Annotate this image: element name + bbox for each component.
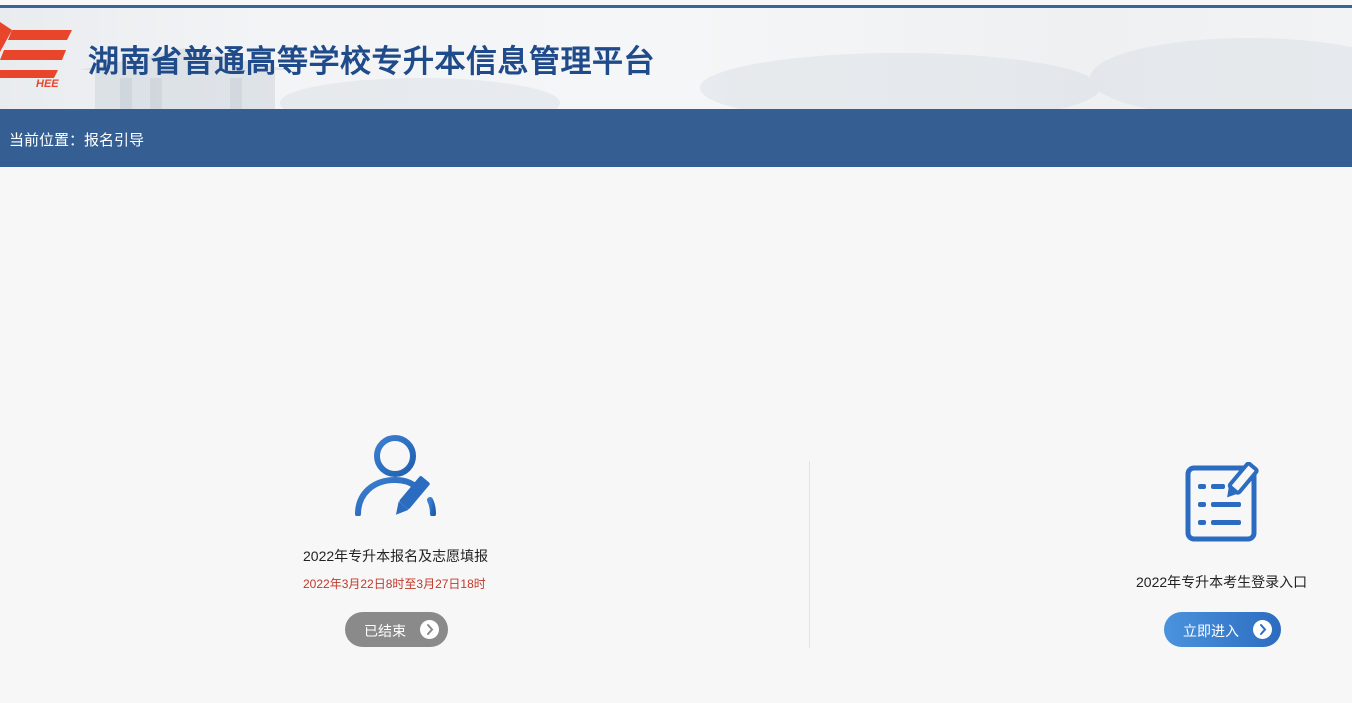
ended-button[interactable]: 已结束 (345, 612, 448, 647)
chevron-right-icon (1253, 620, 1272, 639)
registration-date: 2022年3月22日8时至3月27日18时 (303, 577, 486, 591)
panel-divider (809, 461, 810, 648)
hee-logo: HEE (0, 22, 72, 88)
registration-title: 2022年专升本报名及志愿填报 (303, 548, 489, 564)
logo-text: HEE (36, 78, 59, 88)
login-title: 2022年专升本考生登录入口 (1136, 574, 1308, 590)
site-title: 湖南省普通高等学校专升本信息管理平台 (88, 44, 655, 80)
breadcrumb: 当前位置：报名引导 (9, 132, 145, 149)
enter-button-label: 立即进入 (1183, 623, 1239, 639)
user-edit-icon (355, 435, 436, 516)
chevron-right-icon (420, 620, 439, 639)
ended-button-label: 已结束 (364, 623, 406, 639)
site-header: HEE 湖南省普通高等学校专升本信息管理平台 (0, 8, 1352, 109)
nav-bar: 当前位置：报名引导 (0, 109, 1352, 167)
enter-button[interactable]: 立即进入 (1164, 612, 1281, 647)
document-edit-icon (1185, 462, 1259, 542)
